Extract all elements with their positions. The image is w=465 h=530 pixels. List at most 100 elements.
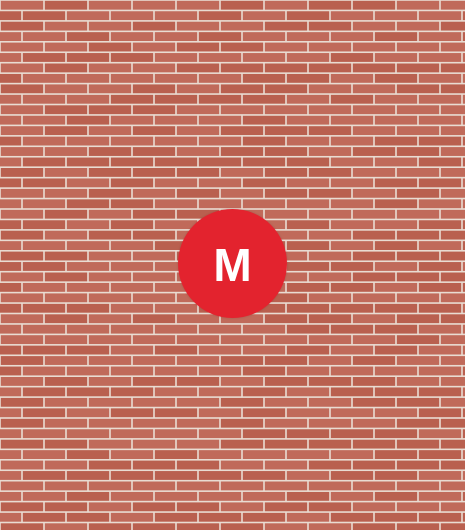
brick — [418, 429, 462, 439]
brick — [330, 324, 374, 334]
brick — [0, 439, 44, 449]
brick — [0, 105, 44, 115]
brick — [418, 387, 462, 397]
brick — [198, 94, 242, 104]
brick — [44, 377, 88, 386]
brick — [198, 178, 242, 188]
brick — [220, 105, 264, 115]
brick — [440, 502, 465, 512]
brick — [154, 53, 198, 62]
brick — [330, 387, 374, 397]
brick — [286, 282, 330, 292]
brick — [66, 491, 110, 501]
brick — [374, 429, 418, 439]
brick — [88, 439, 132, 449]
brick — [88, 523, 132, 530]
brick — [154, 387, 198, 397]
brick — [110, 32, 154, 41]
brick — [330, 345, 374, 355]
brick — [352, 418, 396, 428]
brick — [440, 335, 465, 345]
brick — [66, 324, 110, 334]
brick — [0, 366, 22, 376]
brick — [0, 209, 44, 219]
brick — [110, 408, 154, 418]
brick — [330, 512, 374, 522]
brick — [352, 481, 396, 491]
brick — [374, 115, 418, 125]
brick — [418, 345, 462, 355]
brick — [44, 460, 88, 470]
brick — [396, 460, 440, 470]
brick — [418, 178, 462, 188]
brick — [0, 53, 22, 62]
brick — [132, 230, 176, 240]
brick — [220, 502, 264, 512]
brick — [110, 450, 154, 459]
brick — [176, 314, 220, 324]
brick — [176, 335, 220, 345]
brick — [88, 188, 132, 198]
brick — [264, 460, 308, 470]
brick — [110, 73, 154, 83]
brick — [374, 136, 418, 146]
brick — [110, 471, 154, 480]
brick — [66, 11, 110, 21]
brick — [352, 0, 396, 10]
brick — [242, 178, 286, 188]
brick — [88, 356, 132, 365]
brick — [132, 523, 176, 530]
brick — [22, 241, 66, 250]
brick — [242, 157, 286, 167]
brick — [22, 303, 66, 313]
brick — [352, 314, 396, 324]
brick — [220, 84, 264, 94]
brick — [374, 408, 418, 418]
brick — [154, 491, 198, 501]
brick — [0, 303, 22, 313]
brick — [242, 199, 286, 209]
brick — [286, 136, 330, 146]
brick — [242, 94, 286, 104]
brick — [22, 32, 66, 41]
brick — [44, 209, 88, 219]
brick — [330, 178, 374, 188]
brick — [22, 345, 66, 355]
brick — [286, 512, 330, 522]
brick — [396, 0, 440, 10]
brick — [418, 32, 462, 41]
brick — [198, 345, 242, 355]
brick — [330, 157, 374, 167]
brick — [44, 523, 88, 530]
brick — [330, 199, 374, 209]
brick — [308, 523, 352, 530]
brick — [220, 481, 264, 491]
brick — [132, 397, 176, 407]
brick — [440, 251, 465, 261]
brick — [88, 335, 132, 345]
brick — [22, 471, 66, 480]
brick — [132, 502, 176, 512]
brick — [352, 63, 396, 73]
brick — [308, 209, 352, 219]
brick — [308, 84, 352, 94]
brick — [154, 345, 198, 355]
brick — [352, 21, 396, 31]
brick — [286, 157, 330, 167]
brick — [132, 42, 176, 52]
brick — [286, 408, 330, 418]
brick — [352, 377, 396, 386]
brick — [374, 32, 418, 41]
brick — [22, 178, 66, 188]
brick — [308, 335, 352, 345]
brick — [132, 168, 176, 177]
brick — [242, 324, 286, 334]
brick — [264, 147, 308, 156]
brick — [88, 460, 132, 470]
brick — [0, 11, 22, 21]
logo-badge[interactable]: M — [178, 209, 287, 318]
brick — [66, 303, 110, 313]
brick — [88, 272, 132, 282]
brick — [396, 397, 440, 407]
brick — [0, 408, 22, 418]
